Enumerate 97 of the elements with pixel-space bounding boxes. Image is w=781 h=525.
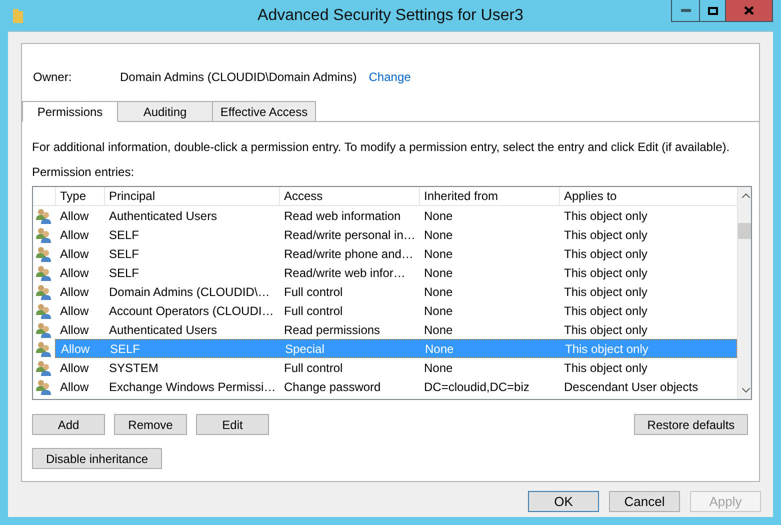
table-cell-text: Allow (59, 264, 90, 282)
table-cell-text: Full control (283, 302, 344, 320)
table-cell-text: Authenticated Users (108, 208, 218, 224)
entry-button[interactable]: Add (32, 414, 105, 435)
table-cell-text: None (423, 246, 454, 262)
tab[interactable]: Auditing (117, 101, 213, 122)
table-row[interactable]: Allow SELF Read/write phone and… None This object only (55, 244, 737, 263)
table-cell-text: Allow (59, 246, 90, 262)
table-cell-text: Exchange Windows Permissi… (108, 378, 277, 396)
table-cell-text: This object only (563, 246, 648, 262)
table-cell-text: Allow (59, 226, 90, 244)
table-cell-text: SELF (108, 226, 140, 244)
table-row[interactable]: Allow SYSTEM Full control None This object only (55, 358, 737, 377)
column-header[interactable]: Inherited from (419, 187, 559, 205)
table-row[interactable]: Allow SELF Read/write personal in… None This object only (55, 225, 737, 244)
owner-label: Owner: (33, 68, 73, 86)
table-cell-text: Allow (59, 360, 90, 376)
table-cell-text: This object only (563, 226, 648, 244)
close-icon (744, 6, 754, 15)
table-cell-text: SELF (109, 340, 142, 358)
users-icon (35, 360, 53, 376)
table-cell-text: Allow (59, 208, 90, 224)
table-cell-text: This object only (563, 302, 648, 320)
table-cell-text: SELF (108, 264, 140, 282)
users-icon (35, 208, 53, 224)
dialog-button[interactable]: OK (528, 491, 599, 512)
disable-inheritance-button[interactable]: Disable inheritance (32, 448, 162, 469)
users-icon (35, 246, 53, 262)
table-cell-text: Allow (59, 322, 90, 338)
table-cell-text: Read/write web infor… (283, 264, 406, 282)
table-row[interactable]: Allow Account Operators (CLOUDI… Full control None This object only (55, 301, 737, 320)
table-cell-text: SELF (108, 246, 140, 262)
table-cell-text: DC=cloudid,DC=biz (423, 378, 530, 396)
table-cell-text: SYSTEM (108, 360, 160, 376)
table-cell-text: None (423, 302, 454, 320)
table-cell-text: Authenticated Users (108, 322, 218, 338)
scroll-up-icon (742, 193, 750, 198)
table-cell-text: Allow (59, 302, 90, 320)
table-cell-text: This object only (563, 208, 648, 224)
table-cell-text: This object only (563, 322, 648, 338)
window-title: Advanced Security Settings for User3 (256, 6, 524, 26)
column-header[interactable]: Type (55, 187, 104, 205)
tab[interactable]: Permissions (22, 101, 118, 122)
users-icon (35, 264, 53, 280)
dialog-button[interactable]: Cancel (609, 491, 680, 512)
table-cell-text: Allow (60, 340, 91, 358)
restore-defaults-button[interactable]: Restore defaults (634, 414, 748, 435)
table-cell-text: Allow (59, 284, 90, 300)
table-cell-text: Domain Admins (CLOUDID\… (108, 284, 271, 300)
table-cell-text: None (423, 264, 454, 282)
column-header[interactable]: Applies to (559, 187, 735, 205)
table-cell-text: Account Operators (CLOUDI… (108, 302, 275, 320)
table-cell-text: None (423, 284, 454, 300)
table-row[interactable]: Allow Authenticated Users Read web information None This object only (55, 206, 737, 225)
table-cell-text: This object only (564, 340, 650, 358)
change-link[interactable]: Change (368, 68, 411, 86)
column-header[interactable]: Principal (104, 187, 279, 205)
entry-button[interactable]: Remove (114, 414, 187, 435)
users-icon (35, 322, 53, 338)
table-cell-text: Allow (59, 378, 90, 396)
table-cell-text: Full control (283, 284, 344, 300)
users-icon (35, 284, 53, 300)
table-cell-text: Change password (283, 378, 382, 396)
table-cell-text: This object only (563, 360, 648, 376)
owner-value: Domain Admins (CLOUDID\Domain Admins) (120, 68, 357, 86)
folder-icon (12, 8, 24, 24)
table-row[interactable]: Allow Exchange Windows Permissi… Change password DC=cloudid,DC=biz Descendant User objects (55, 377, 737, 396)
table-cell-text: None (423, 360, 454, 376)
users-icon (35, 340, 53, 356)
entry-button[interactable]: Edit (196, 414, 269, 435)
table-cell-text: Read/write phone and… (283, 246, 414, 262)
table-cell-text: Read web information (283, 208, 402, 224)
table-cell-text: Read permissions (283, 322, 382, 338)
users-icon (35, 378, 53, 394)
table-cell-text: This object only (563, 284, 648, 300)
users-icon (35, 302, 53, 318)
table-cell-text: Read/write personal in… (283, 226, 416, 244)
entries-label: Permission entries: (32, 164, 136, 181)
table-cell-text: Special (284, 340, 326, 358)
table-cell-text: This object only (563, 264, 648, 282)
info-text: For additional information, double-click a permission entry. To modify a permission entry, select the entry and click Edit (if available). (32, 139, 731, 156)
scroll-down-icon (742, 388, 750, 393)
table-cell-text: Descendant User objects (563, 378, 700, 396)
table-row[interactable]: Allow Domain Admins (CLOUDID\… Full control None This object only (55, 282, 737, 301)
table-cell-text: None (423, 226, 454, 244)
close-button[interactable] (726, 0, 772, 21)
table-cell-text: None (423, 208, 454, 224)
table-cell-text: None (423, 322, 454, 338)
table-cell-text: None (424, 340, 455, 358)
scroll-thumb[interactable] (738, 223, 751, 239)
table-row[interactable]: Allow SELF Read/write web infor… None This object only (55, 263, 737, 282)
table-row[interactable]: Allow Authenticated Users Read permissions None This object only (55, 320, 737, 339)
scrollbar[interactable] (737, 187, 751, 399)
table-cell-text: Full control (283, 360, 344, 376)
users-icon (35, 226, 53, 242)
column-header[interactable]: Access (279, 187, 419, 205)
tab[interactable]: Effective Access (212, 101, 316, 122)
